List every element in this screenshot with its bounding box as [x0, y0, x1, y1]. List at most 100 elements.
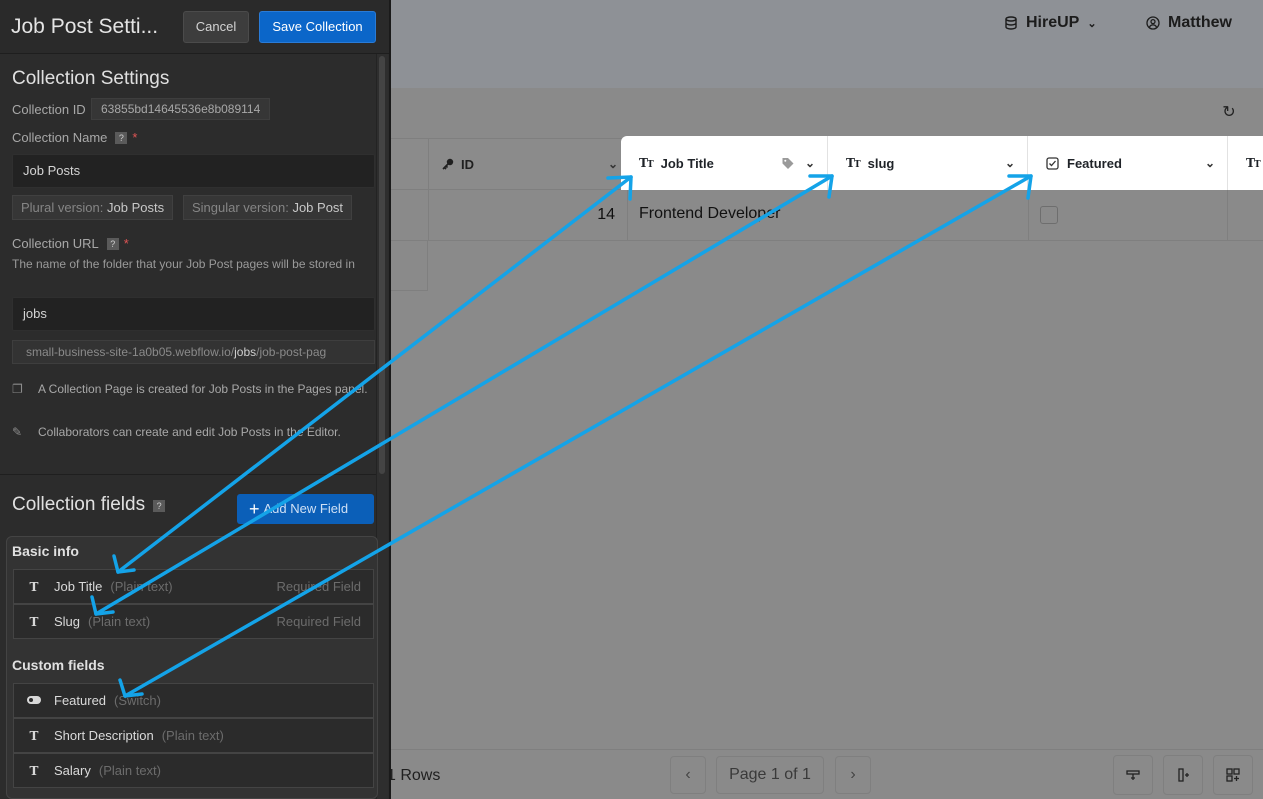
- column-name: Featured: [1067, 155, 1122, 171]
- grid-view-button[interactable]: [1213, 755, 1253, 795]
- field-type: (Plain text): [110, 579, 173, 594]
- panel-title: Job Post Setti...: [11, 15, 159, 38]
- cancel-button[interactable]: Cancel: [183, 11, 249, 43]
- column-header-slug[interactable]: TT slug ⌄: [828, 136, 1028, 190]
- text-field-icon: T: [29, 764, 39, 778]
- field-slug[interactable]: T Slug (Plain text) Required Field: [13, 604, 374, 639]
- panel-scroll-thumb[interactable]: [379, 56, 385, 474]
- field-type: (Plain text): [161, 728, 224, 743]
- tag-icon: [782, 158, 794, 169]
- add-new-field-button[interactable]: + Add New Field: [237, 494, 374, 524]
- info-editor: ✎ Collaborators can create and edit Job P…: [12, 424, 372, 441]
- field-featured[interactable]: Featured (Switch): [13, 683, 374, 718]
- pages-icon: ❐: [12, 382, 23, 396]
- basic-info-heading: Basic info: [12, 543, 79, 559]
- field-name: Short Description: [54, 728, 154, 743]
- field-name: Salary: [54, 763, 91, 778]
- url-prefix: small-business-site-1a0b05.webflow.io/: [26, 345, 235, 359]
- field-name: Job Title: [54, 579, 103, 594]
- page-indicator: Page 1 of 1: [716, 756, 824, 794]
- plural-version-chip[interactable]: Plural version: Job Posts: [12, 195, 174, 220]
- switch-field-icon: [14, 685, 54, 718]
- plural-label: Plural version:: [21, 200, 104, 215]
- add-column-icon: [1178, 768, 1189, 782]
- singular-label: Singular version:: [192, 200, 289, 215]
- singular-value: Job Post: [292, 200, 344, 215]
- collection-name-label-text: Collection Name: [12, 130, 108, 145]
- cell-id[interactable]: 14: [428, 190, 628, 241]
- cell-featured: [1028, 190, 1228, 241]
- next-page-button[interactable]: ›: [835, 756, 871, 794]
- field-type: (Plain text): [98, 763, 161, 778]
- help-icon[interactable]: ?: [106, 238, 119, 250]
- plus-icon: +: [249, 499, 260, 519]
- help-icon[interactable]: ?: [115, 132, 128, 144]
- url-slug: jobs: [234, 345, 257, 359]
- field-required-note: Required Field: [276, 579, 361, 594]
- help-icon[interactable]: ?: [153, 500, 166, 512]
- featured-checkbox[interactable]: [1040, 206, 1058, 224]
- text-type-icon: TT: [846, 156, 861, 170]
- plural-value: Job Posts: [107, 200, 165, 215]
- required-marker: *: [123, 236, 129, 251]
- key-icon: [442, 158, 454, 170]
- field-type: (Plain text): [88, 614, 151, 629]
- collection-url-field[interactable]: jobs: [12, 297, 375, 331]
- collection-url-label-text: Collection URL: [12, 236, 99, 251]
- user-menu[interactable]: Matthew: [1146, 13, 1232, 33]
- field-required-note: Required Field: [276, 614, 361, 629]
- text-type-icon: TT: [639, 156, 654, 170]
- field-job-title[interactable]: T Job Title (Plain text) Required Field: [13, 569, 374, 604]
- cell-id-value: 14: [597, 206, 615, 223]
- filter-button[interactable]: [1113, 755, 1153, 795]
- field-name: Slug: [54, 614, 81, 629]
- text-type-icon: TT: [1246, 156, 1261, 170]
- cell-job-title[interactable]: Frontend Developer: [639, 205, 780, 223]
- required-marker: *: [132, 130, 138, 145]
- app-top-bar: [391, 0, 1263, 88]
- filter-icon: [1126, 770, 1140, 780]
- column-header-job-title[interactable]: TT Job Title ⌄: [621, 136, 828, 190]
- url-suffix: /job-post-pag: [256, 345, 327, 359]
- chevron-down-icon[interactable]: ⌄: [1205, 156, 1215, 170]
- column-header-next[interactable]: TT: [1228, 136, 1263, 190]
- collection-settings-heading: Collection Settings: [12, 68, 170, 89]
- column-name: slug: [867, 155, 895, 171]
- section-divider: [0, 474, 376, 475]
- chevron-down-icon[interactable]: ⌄: [1005, 156, 1015, 170]
- user-icon: [1146, 16, 1160, 30]
- collection-fields-heading: Collection fields?: [12, 494, 166, 516]
- singular-version-chip[interactable]: Singular version: Job Post: [183, 195, 353, 220]
- column-header-id[interactable]: ID ⌄: [428, 138, 628, 190]
- collection-id-value: 63855bd14645536e8b089114: [91, 98, 271, 120]
- collection-fields-heading-text: Collection fields: [12, 494, 146, 515]
- custom-fields-heading: Custom fields: [12, 657, 105, 673]
- workspace-name: HireUP: [1026, 14, 1080, 31]
- field-salary[interactable]: T Salary (Plain text): [13, 753, 374, 788]
- workspace-switcher[interactable]: HireUP ⌄: [1004, 13, 1097, 33]
- add-row-cell: [391, 241, 428, 291]
- chevron-down-icon[interactable]: ⌄: [805, 156, 815, 170]
- add-column-button[interactable]: [1163, 755, 1203, 795]
- field-name: Featured: [54, 693, 107, 708]
- field-type: (Switch): [114, 693, 161, 708]
- prev-page-button[interactable]: ‹: [670, 756, 706, 794]
- collaborator-icon: ✎: [12, 425, 23, 439]
- field-short-description[interactable]: T Short Description (Plain text): [13, 718, 374, 753]
- rows-count: 1 Rows: [387, 767, 441, 784]
- column-name: Job Title: [660, 155, 714, 171]
- column-name: ID: [461, 156, 474, 172]
- collection-name-label: Collection Name? *: [12, 130, 137, 145]
- info-pages-text: A Collection Page is created for Job Pos…: [38, 382, 368, 396]
- refresh-icon[interactable]: ↻: [1220, 104, 1238, 122]
- chevron-down-icon[interactable]: ⌄: [608, 157, 618, 171]
- database-icon: [1005, 16, 1017, 30]
- column-header-featured[interactable]: Featured ⌄: [1028, 136, 1228, 190]
- text-field-icon: T: [29, 580, 39, 594]
- save-collection-button[interactable]: Save Collection: [259, 11, 376, 43]
- text-field-icon: T: [29, 729, 39, 743]
- user-name: Matthew: [1168, 14, 1232, 31]
- collection-name-field[interactable]: Job Posts: [12, 154, 375, 188]
- info-pages: ❐ A Collection Page is created for Job Po…: [12, 381, 372, 398]
- grid-add-icon: [1226, 768, 1240, 782]
